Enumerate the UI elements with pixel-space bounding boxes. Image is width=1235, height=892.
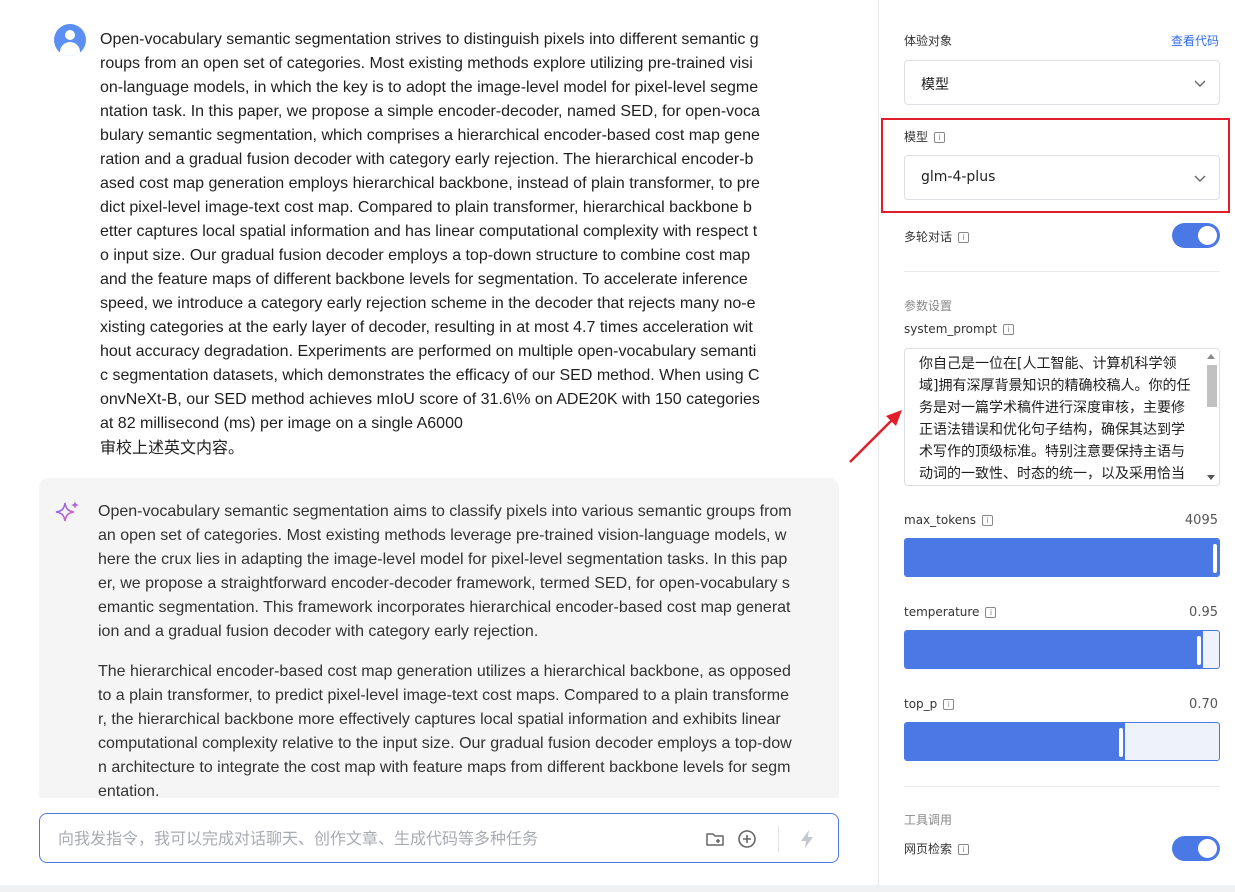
divider	[904, 786, 1220, 787]
web-search-label: 网页检索 i	[904, 840, 970, 857]
info-icon: i	[943, 699, 955, 710]
chat-area: Open-vocabulary semantic segmentation st…	[0, 0, 878, 885]
divider	[904, 271, 1220, 272]
chat-input-box[interactable]	[39, 813, 839, 863]
temperature-label-text: temperature	[904, 605, 980, 619]
max-tokens-label: max_tokens i	[904, 513, 993, 527]
multi-turn-label: 多轮对话 i	[904, 228, 970, 245]
input-separator	[778, 826, 779, 852]
slider-fill	[905, 723, 1125, 760]
target-select[interactable]: 模型	[904, 60, 1220, 105]
user-message-text: Open-vocabulary semantic segmentation st…	[100, 31, 765, 432]
chat-input[interactable]	[58, 826, 658, 850]
slider-handle[interactable]	[1197, 636, 1201, 665]
top-p-label-text: top_p	[904, 697, 938, 711]
info-icon: i	[981, 515, 993, 526]
system-prompt-label: system_prompt i	[904, 322, 1015, 336]
web-search-toggle[interactable]	[1172, 836, 1220, 861]
textarea-scrollbar[interactable]	[1205, 351, 1217, 483]
slider-handle[interactable]	[1213, 544, 1217, 573]
info-icon: i	[958, 844, 970, 855]
slider-handle[interactable]	[1119, 728, 1123, 757]
bottom-strip	[0, 885, 1235, 892]
model-highlight-box	[881, 118, 1230, 213]
info-icon: i	[985, 607, 997, 618]
chevron-down-icon	[1194, 80, 1206, 87]
scroll-down-icon[interactable]	[1207, 475, 1215, 480]
max-tokens-slider[interactable]	[904, 538, 1220, 577]
annotation-arrow-icon	[849, 410, 902, 463]
ai-message: Open-vocabulary semantic segmentation ai…	[39, 478, 839, 798]
max-tokens-label-text: max_tokens	[904, 513, 976, 527]
top-p-value: 0.70	[1189, 697, 1218, 712]
scroll-thumb[interactable]	[1207, 365, 1217, 407]
slider-fill	[905, 631, 1203, 668]
max-tokens-value: 4095	[1184, 513, 1218, 528]
ai-message-text: Open-vocabulary semantic segmentation ai…	[98, 500, 792, 798]
temperature-value: 0.95	[1189, 605, 1218, 620]
folder-upload-icon[interactable]	[704, 828, 726, 850]
app-window: Open-vocabulary semantic segmentation st…	[0, 0, 1235, 892]
system-prompt-text: 你自己是一位在[人工智能、计算机科学领域]拥有深厚背景知识的精确校稿人。你的任务…	[919, 356, 1191, 482]
ai-paragraph: Open-vocabulary semantic segmentation ai…	[98, 503, 792, 640]
scroll-up-icon[interactable]	[1207, 354, 1215, 359]
temperature-slider[interactable]	[904, 630, 1220, 669]
user-command-text: 审校上述英文内容。	[100, 438, 245, 457]
slider-fill	[905, 539, 1219, 576]
info-icon: i	[1003, 324, 1015, 335]
params-title: 参数设置	[904, 299, 953, 313]
temperature-label: temperature i	[904, 605, 997, 619]
top-p-slider[interactable]	[904, 722, 1220, 761]
web-search-label-text: 网页检索	[904, 842, 953, 856]
view-code-link[interactable]: 查看代码	[1171, 32, 1219, 49]
user-avatar	[54, 24, 86, 56]
target-label: 体验对象	[904, 34, 953, 48]
tools-title: 工具调用	[904, 813, 953, 827]
multi-turn-label-text: 多轮对话	[904, 230, 953, 244]
sparkle-icon	[55, 501, 79, 522]
multi-turn-toggle[interactable]	[1172, 223, 1220, 248]
system-prompt-textarea[interactable]: 你自己是一位在[人工智能、计算机科学领域]拥有深厚背景知识的精确校稿人。你的任务…	[904, 348, 1220, 486]
system-prompt-label-text: system_prompt	[904, 322, 998, 336]
info-icon: i	[958, 232, 970, 243]
ai-paragraph: The hierarchical encoder-based cost map …	[98, 663, 792, 798]
add-circle-icon[interactable]	[736, 828, 758, 850]
target-select-value: 模型	[921, 77, 949, 93]
top-p-label: top_p i	[904, 697, 955, 711]
send-lightning-icon[interactable]	[796, 828, 818, 850]
